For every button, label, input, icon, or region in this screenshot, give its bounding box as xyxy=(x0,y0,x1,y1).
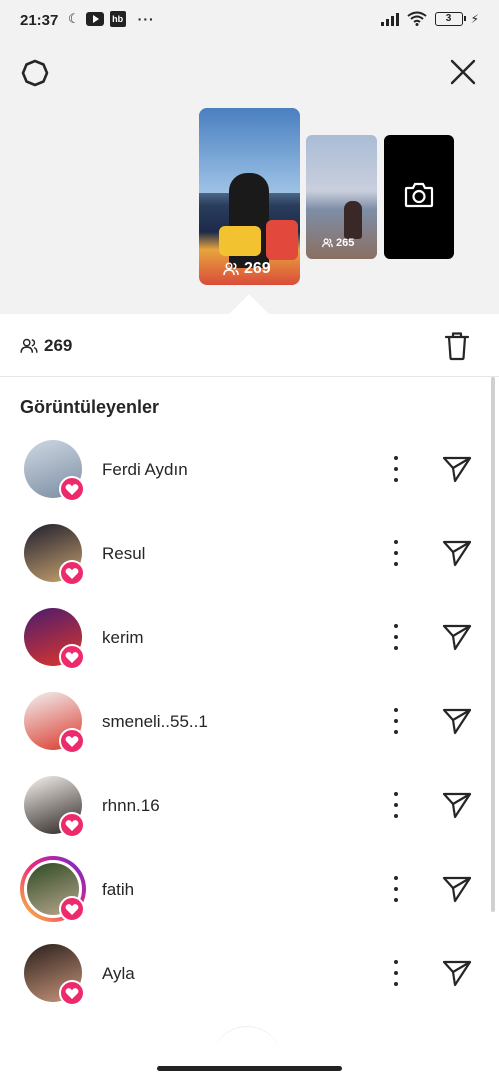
story-view-count: 265 xyxy=(322,237,354,249)
scrollbar[interactable] xyxy=(491,377,495,912)
send-icon[interactable] xyxy=(442,959,472,987)
home-indicator[interactable] xyxy=(157,1066,342,1071)
viewers-heading: Görüntüleyenler xyxy=(20,397,160,417)
people-icon xyxy=(223,262,239,276)
camera-icon xyxy=(404,182,434,208)
charging-icon: ⚡ xyxy=(470,11,479,26)
signal-icon xyxy=(380,12,399,26)
viewer-row[interactable]: fatih xyxy=(0,848,499,932)
viewer-username[interactable]: fatih xyxy=(102,880,134,900)
send-icon[interactable] xyxy=(442,875,472,903)
bottom-sheet-handle-arc xyxy=(212,1026,282,1066)
viewer-list: Ferdi Aydın Resul kerim smeneli..55..1 rhnn.… xyxy=(0,428,499,1016)
story-thumbnail-previous[interactable]: 265 xyxy=(306,135,377,259)
viewer-count-value: 269 xyxy=(44,336,73,355)
story-thumbnail-current[interactable]: 269 xyxy=(199,108,300,285)
status-system-icons: 3 ⚡ xyxy=(380,11,479,26)
viewer-username[interactable]: kerim xyxy=(102,628,144,648)
story-image-pillow xyxy=(266,220,298,260)
people-icon xyxy=(322,238,333,248)
more-vertical-icon[interactable] xyxy=(389,792,403,818)
youtube-icon xyxy=(85,12,104,26)
heart-icon xyxy=(59,896,85,922)
hb-app-icon: hb xyxy=(109,11,126,27)
viewer-row[interactable]: rhnn.16 xyxy=(0,764,499,848)
viewer-username[interactable]: Ayla xyxy=(102,964,135,984)
heart-icon xyxy=(59,476,85,502)
story-view-count: 269 xyxy=(223,260,271,278)
heart-icon xyxy=(59,644,85,670)
viewer-count: 269 xyxy=(20,336,72,356)
story-view-count-value: 269 xyxy=(244,260,271,277)
story-strip: 269 265 xyxy=(0,38,499,314)
story-view-count-value: 265 xyxy=(336,237,355,249)
heart-icon xyxy=(59,728,85,754)
viewer-username[interactable]: Resul xyxy=(102,544,145,564)
more-vertical-icon[interactable] xyxy=(389,960,403,986)
gear-icon[interactable] xyxy=(20,58,50,88)
trash-icon[interactable] xyxy=(444,331,470,361)
viewer-row[interactable]: Ayla xyxy=(0,932,499,1016)
status-bar: 21:37 ☾ hb ··· 3 ⚡ xyxy=(0,0,499,38)
viewer-username[interactable]: rhnn.16 xyxy=(102,796,160,816)
send-icon[interactable] xyxy=(442,707,472,735)
viewer-row[interactable]: smeneli..55..1 xyxy=(0,680,499,764)
send-icon[interactable] xyxy=(442,623,472,651)
people-icon xyxy=(20,338,38,353)
heart-icon xyxy=(59,560,85,586)
status-time: 21:37 xyxy=(20,12,59,29)
wifi-icon xyxy=(406,11,427,26)
more-vertical-icon[interactable] xyxy=(389,876,403,902)
story-image-person xyxy=(344,201,362,239)
battery-icon: 3 xyxy=(434,11,466,26)
add-story-button[interactable] xyxy=(384,135,454,259)
close-icon[interactable] xyxy=(449,58,477,86)
more-vertical-icon[interactable] xyxy=(389,540,403,566)
more-vertical-icon[interactable] xyxy=(389,708,403,734)
send-icon[interactable] xyxy=(442,791,472,819)
viewer-row[interactable]: Ferdi Aydın xyxy=(0,428,499,512)
viewer-count-bar: 269 xyxy=(0,316,499,377)
status-notification-icons: ☾ hb ··· xyxy=(68,11,155,27)
story-image-skirt xyxy=(219,226,261,256)
more-notifications-icon: ··· xyxy=(137,11,155,27)
viewer-username[interactable]: Ferdi Aydın xyxy=(102,460,188,480)
heart-icon xyxy=(59,980,85,1006)
send-icon[interactable] xyxy=(442,539,472,567)
heart-icon xyxy=(59,812,85,838)
viewer-username[interactable]: smeneli..55..1 xyxy=(102,712,208,732)
more-vertical-icon[interactable] xyxy=(389,456,403,482)
moon-icon: ☾ xyxy=(68,11,80,26)
viewer-row[interactable]: kerim xyxy=(0,596,499,680)
send-icon[interactable] xyxy=(442,455,472,483)
viewer-row[interactable]: Resul xyxy=(0,512,499,596)
more-vertical-icon[interactable] xyxy=(389,624,403,650)
